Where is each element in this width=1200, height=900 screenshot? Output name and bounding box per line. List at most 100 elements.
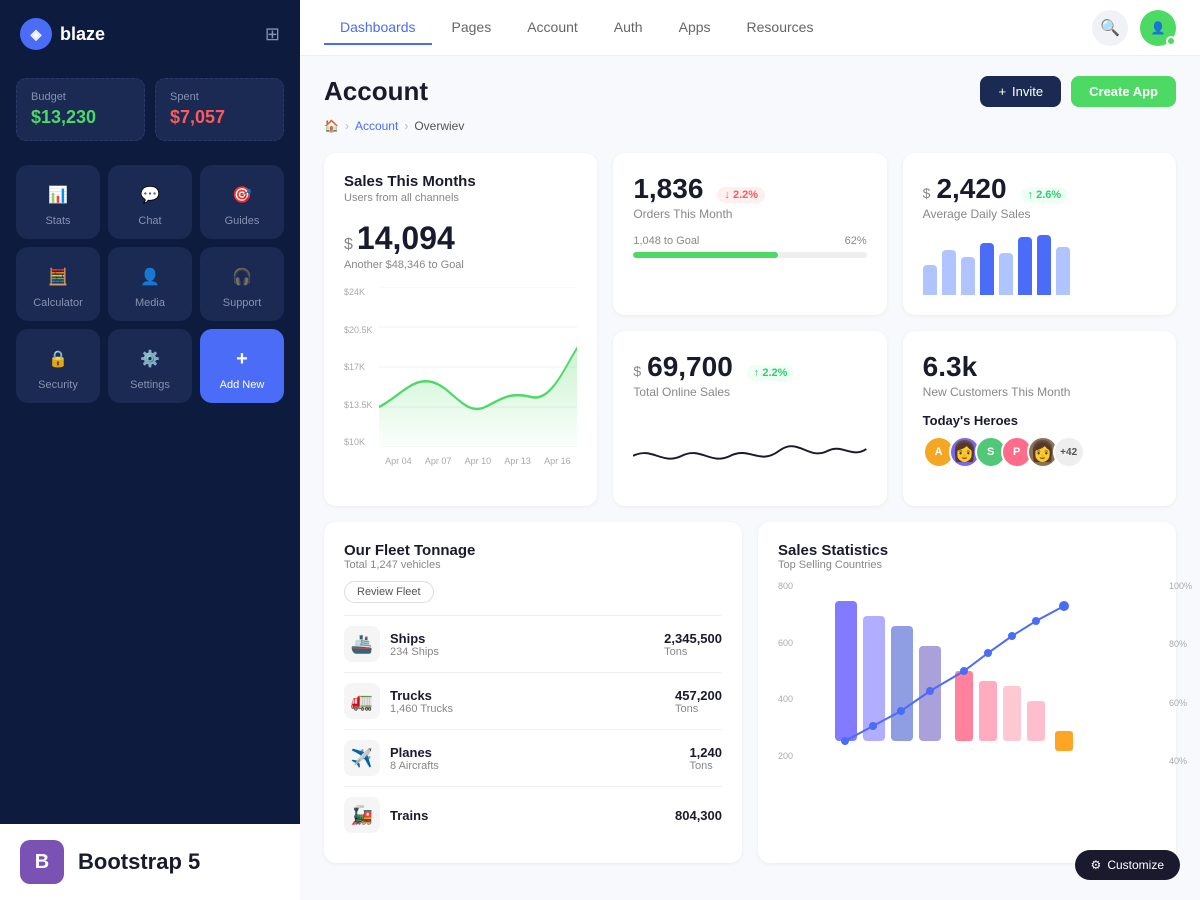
settings-label: Settings xyxy=(130,379,170,391)
y-label-5: $10K xyxy=(344,437,373,447)
chat-icon: 💬 xyxy=(136,181,164,209)
sales-subtitle: Users from all channels xyxy=(344,192,577,204)
customize-button[interactable]: ⚙ Customize xyxy=(1075,850,1180,880)
trucks-unit: Tons xyxy=(675,703,722,715)
sidebar: ◈ blaze ⊞ Budget $13,230 Spent $7,057 📊 … xyxy=(0,0,300,900)
x-label-2: Apr 07 xyxy=(425,456,452,466)
hero-count: +42 xyxy=(1053,436,1085,468)
sidebar-item-add-new[interactable]: + Add New xyxy=(200,329,284,403)
y-label-3: $17K xyxy=(344,362,373,372)
breadcrumb-account[interactable]: Account xyxy=(355,119,398,133)
breadcrumb: 🏠 › Account › Overwiev xyxy=(324,119,1176,133)
heroes-avatars: A 👩 S P 👩 +42 xyxy=(923,436,1156,468)
sidebar-item-security[interactable]: 🔒 Security xyxy=(16,329,100,403)
daily-value: 2,420 xyxy=(936,173,1006,205)
x-label-5: Apr 16 xyxy=(544,456,571,466)
sidebar-item-support[interactable]: 🎧 Support xyxy=(200,247,284,321)
search-button[interactable]: 🔍 xyxy=(1092,10,1128,46)
main-wrapper: Dashboards Pages Account Auth Apps Resou… xyxy=(300,0,1200,900)
sidebar-item-guides[interactable]: 🎯 Guides xyxy=(200,165,284,239)
nav-apps[interactable]: Apps xyxy=(663,11,727,45)
x-label-1: Apr 04 xyxy=(385,456,412,466)
breadcrumb-sep1: › xyxy=(345,119,349,133)
sales-stats-card: Sales Statistics Top Selling Countries 8… xyxy=(758,522,1176,863)
sidebar-item-settings[interactable]: ⚙️ Settings xyxy=(108,329,192,403)
sales-big-value: 14,094 xyxy=(357,220,455,257)
breadcrumb-home-icon[interactable]: 🏠 xyxy=(324,119,339,133)
calculator-label: Calculator xyxy=(33,297,83,309)
bar-7 xyxy=(1037,235,1051,295)
daily-badge: ↑ 2.6% xyxy=(1021,187,1069,203)
y-label-2: $20.5K xyxy=(344,325,373,335)
sales-stat-title: Sales Statistics xyxy=(778,542,1156,559)
nav-account[interactable]: Account xyxy=(511,11,594,45)
fleet-row-trains: 🚂 Trains 804,300 xyxy=(344,786,722,843)
sidebar-item-media[interactable]: 👤 Media xyxy=(108,247,192,321)
bar-6 xyxy=(1018,237,1032,295)
sidebar-item-calculator[interactable]: 🧮 Calculator xyxy=(16,247,100,321)
spent-amount: $7,057 xyxy=(170,107,269,128)
total-value: 69,700 xyxy=(647,351,733,383)
calculator-icon: 🧮 xyxy=(44,263,72,291)
sidebar-item-chat[interactable]: 💬 Chat xyxy=(108,165,192,239)
ships-value: 2,345,500 xyxy=(664,631,722,646)
media-icon: 👤 xyxy=(136,263,164,291)
bar-5 xyxy=(999,253,1013,295)
bootstrap-badge: B Bootstrap 5 xyxy=(0,824,300,900)
nav-resources[interactable]: Resources xyxy=(731,11,830,45)
bar-2 xyxy=(942,250,956,295)
fleet-row-planes: ✈️ Planes 8 Aircrafts 1,240 Tons xyxy=(344,729,722,786)
trucks-value: 457,200 xyxy=(675,688,722,703)
top-nav: Dashboards Pages Account Auth Apps Resou… xyxy=(300,0,1200,56)
sales-y-200: 200 xyxy=(778,751,808,761)
sidebar-grid: 📊 Stats 💬 Chat 🎯 Guides 🧮 Calculator 👤 M… xyxy=(0,157,300,411)
orders-label: Orders This Month xyxy=(633,207,866,221)
spent-label: Spent xyxy=(170,91,269,103)
avatar-status-dot xyxy=(1166,36,1176,46)
nav-links: Dashboards Pages Account Auth Apps Resou… xyxy=(324,11,829,45)
nav-actions: 🔍 👤 xyxy=(1092,10,1176,46)
create-app-button[interactable]: Create App xyxy=(1071,76,1176,107)
daily-bar-chart xyxy=(923,235,1156,295)
pct-100: 100% xyxy=(1169,581,1192,591)
page-header: Account + Invite Create App xyxy=(324,76,1176,107)
sales-y-600: 600 xyxy=(778,638,808,648)
sales-title: Sales This Months xyxy=(344,173,577,190)
total-wave-chart xyxy=(633,421,866,481)
menu-icon[interactable]: ⊞ xyxy=(265,24,280,45)
x-label-4: Apr 13 xyxy=(504,456,531,466)
goal-bar-fill xyxy=(633,252,778,258)
trains-icon: 🚂 xyxy=(344,797,380,833)
app-name: blaze xyxy=(60,24,105,45)
user-avatar[interactable]: 👤 xyxy=(1140,10,1176,46)
bottom-section: Our Fleet Tonnage Total 1,247 vehicles R… xyxy=(324,522,1176,863)
heroes-title: Today's Heroes xyxy=(923,413,1156,428)
support-icon: 🎧 xyxy=(228,263,256,291)
settings-icon: ⚙️ xyxy=(136,345,164,373)
page-content: Account + Invite Create App 🏠 › Account … xyxy=(300,56,1200,900)
total-label: Total Online Sales xyxy=(633,385,866,399)
goal-bar-track xyxy=(633,252,866,258)
goal-text: 1,048 to Goal xyxy=(633,235,699,247)
budget-amount: $13,230 xyxy=(31,107,130,128)
logo-icon: ◈ xyxy=(20,18,52,50)
page-title: Account xyxy=(324,76,428,107)
invite-button[interactable]: + Invite xyxy=(980,76,1061,107)
page-actions: + Invite Create App xyxy=(980,76,1176,107)
stats-icon: 📊 xyxy=(44,181,72,209)
sales-month-card: Sales This Months Users from all channel… xyxy=(324,153,597,506)
total-prefix: $ xyxy=(633,363,641,379)
sidebar-item-stats[interactable]: 📊 Stats xyxy=(16,165,100,239)
bootstrap-logo: B xyxy=(20,840,64,884)
nav-auth[interactable]: Auth xyxy=(598,11,659,45)
add-new-icon: + xyxy=(228,345,256,373)
nav-pages[interactable]: Pages xyxy=(436,11,508,45)
pct-80: 80% xyxy=(1169,639,1192,649)
sales-prefix: $ xyxy=(344,236,353,254)
nav-dashboards[interactable]: Dashboards xyxy=(324,11,432,45)
orders-card: 1,836 ↓ 2.2% Orders This Month 1,048 to … xyxy=(613,153,886,315)
review-fleet-button[interactable]: Review Fleet xyxy=(344,581,434,603)
daily-prefix: $ xyxy=(923,185,931,201)
daily-label: Average Daily Sales xyxy=(923,207,1156,221)
trucks-count: 1,460 Trucks xyxy=(390,703,453,715)
